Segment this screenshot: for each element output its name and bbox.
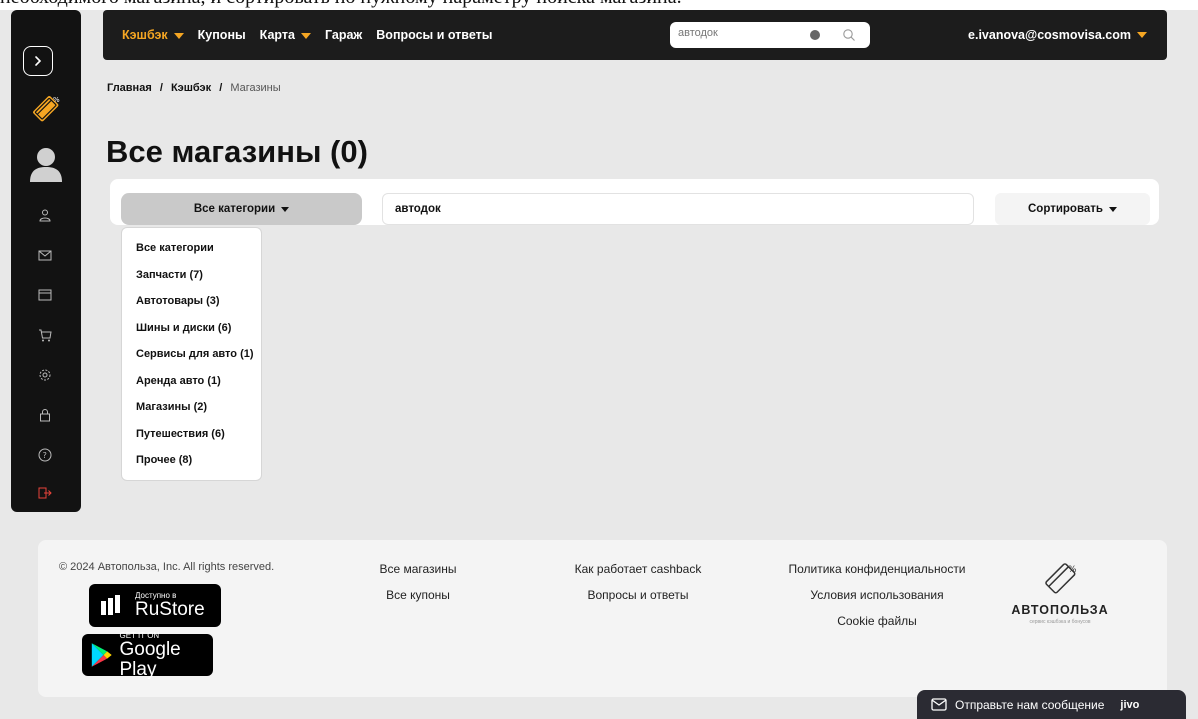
nav-item-cashback-label: Кэшбэк: [122, 28, 168, 42]
footer-column-stores: Все магазины Все купоны: [348, 562, 488, 614]
breadcrumb-separator: /: [159, 82, 163, 94]
svg-text:?: ?: [43, 451, 47, 460]
top-caption: необходимого магазина, и сортировать по …: [0, 0, 1198, 10]
svg-text:%: %: [1068, 565, 1077, 575]
breadcrumb-cashback[interactable]: Кэшбэк: [171, 82, 211, 94]
caret-down-icon: [1137, 32, 1147, 38]
rustore-badge[interactable]: Доступно в RuStore: [89, 584, 221, 627]
user-icon[interactable]: [36, 206, 54, 224]
nav-item-map[interactable]: Карта: [260, 28, 311, 42]
footer-link[interactable]: Политика конфиденциальности: [777, 562, 977, 578]
chat-label: Отправьте нам сообщение: [955, 697, 1105, 712]
footer-link[interactable]: Как работает cashback: [558, 562, 718, 578]
header-search: [670, 22, 870, 48]
footer-link[interactable]: Cookie файлы: [777, 614, 977, 630]
sidebar-toggle-button[interactable]: [23, 46, 53, 76]
nav-item-coupons[interactable]: Купоны: [198, 28, 246, 42]
nav-item-faq[interactable]: Вопросы и ответы: [376, 28, 492, 42]
caret-down-icon: [281, 206, 290, 212]
breadcrumb-current: Магазины: [230, 82, 281, 94]
footer-logo[interactable]: % АВТОПОЛЬЗА сервис кэшбэка и бонусов: [1000, 558, 1120, 625]
google-play-icon: [91, 643, 112, 667]
top-navigation-bar: Кэшбэк Купоны Карта Гараж Вопросы и отве…: [103, 10, 1167, 60]
breadcrumb-home[interactable]: Главная: [107, 82, 152, 94]
clear-icon[interactable]: [810, 30, 820, 40]
category-dropdown-menu: Все категории Запчасти (7) Автотовары (3…: [121, 227, 262, 481]
google-play-big-text: Google Play: [119, 638, 181, 680]
filter-bar: Все категории автодок Сортировать: [110, 179, 1159, 225]
category-option[interactable]: Аренда авто (1): [122, 374, 261, 401]
footer-brand-tagline: сервис кэшбэка и бонусов: [1029, 619, 1091, 625]
user-email: e.ivanova@cosmovisa.com: [968, 28, 1131, 42]
svg-text:%: %: [53, 96, 60, 104]
footer-column-legal: Политика конфиденциальности Условия испо…: [777, 562, 977, 640]
footer-brand: АВТОПОЛЬЗА: [1011, 603, 1109, 617]
store-search-input[interactable]: автодок: [382, 193, 974, 225]
sidebar-logo-icon[interactable]: %: [29, 92, 61, 124]
caret-down-icon: [300, 32, 311, 39]
category-option[interactable]: Запчасти (7): [122, 268, 261, 295]
user-menu[interactable]: e.ivanova@cosmovisa.com: [968, 10, 1147, 60]
breadcrumb-separator: /: [219, 82, 223, 94]
category-dropdown-label: Все категории: [193, 203, 276, 215]
category-option[interactable]: Все категории: [122, 241, 261, 268]
nav-item-garage[interactable]: Гараж: [325, 28, 362, 42]
footer-link[interactable]: Вопросы и ответы: [558, 588, 718, 604]
footer-link[interactable]: Все купоны: [348, 588, 488, 604]
logo-icon: %: [1045, 563, 1077, 594]
category-option[interactable]: Магазины (2): [122, 400, 261, 427]
mail-icon[interactable]: [36, 246, 54, 264]
footer-link[interactable]: Все магазины: [348, 562, 488, 578]
lock-icon[interactable]: [36, 406, 54, 424]
chat-widget[interactable]: Отправьте нам сообщение jivo: [917, 690, 1186, 719]
avatar-icon[interactable]: [29, 146, 63, 182]
sort-dropdown-label: Сортировать: [1028, 203, 1103, 215]
cart-icon[interactable]: [36, 326, 54, 344]
main-nav: Кэшбэк Купоны Карта Гараж Вопросы и отве…: [122, 10, 492, 60]
footer-column-info: Как работает cashback Вопросы и ответы: [558, 562, 718, 614]
caret-down-icon: [1108, 206, 1117, 212]
category-option[interactable]: Сервисы для авто (1): [122, 347, 261, 374]
gear-icon[interactable]: [36, 366, 54, 384]
nav-item-map-label: Карта: [259, 28, 295, 42]
sidebar: % ?: [11, 10, 81, 512]
category-option[interactable]: Шины и диски (6): [122, 321, 261, 348]
nav-item-cashback[interactable]: Кэшбэк: [122, 28, 184, 42]
header-search-input[interactable]: [678, 27, 798, 39]
chat-brand: jivo: [1120, 698, 1140, 711]
category-option[interactable]: Путешествия (6): [122, 427, 261, 454]
category-dropdown-button[interactable]: Все категории: [121, 193, 362, 225]
footer-link[interactable]: Условия использования: [777, 588, 977, 604]
footer: © 2024 Автопольза, Inc. All rights reser…: [38, 540, 1167, 697]
search-icon[interactable]: [842, 28, 856, 42]
help-icon[interactable]: ?: [36, 446, 54, 464]
chevron-right-icon: [35, 56, 42, 66]
rustore-icon: [101, 594, 120, 615]
category-option[interactable]: Автотовары (3): [122, 294, 261, 321]
google-play-badge[interactable]: GET IT ON Google Play: [82, 631, 213, 679]
sort-dropdown-button[interactable]: Сортировать: [995, 193, 1150, 225]
breadcrumb: Главная / Кэшбэк / Магазины: [107, 82, 281, 94]
mail-icon: [931, 698, 947, 711]
copyright: © 2024 Автопольза, Inc. All rights reser…: [59, 561, 275, 573]
caret-down-icon: [173, 32, 184, 39]
window-icon[interactable]: [36, 286, 54, 304]
rustore-big-text: RuStore: [135, 599, 205, 620]
logout-icon[interactable]: [36, 484, 54, 502]
page-title: Все магазины (0): [106, 134, 368, 169]
category-option[interactable]: Прочее (8): [122, 453, 261, 480]
